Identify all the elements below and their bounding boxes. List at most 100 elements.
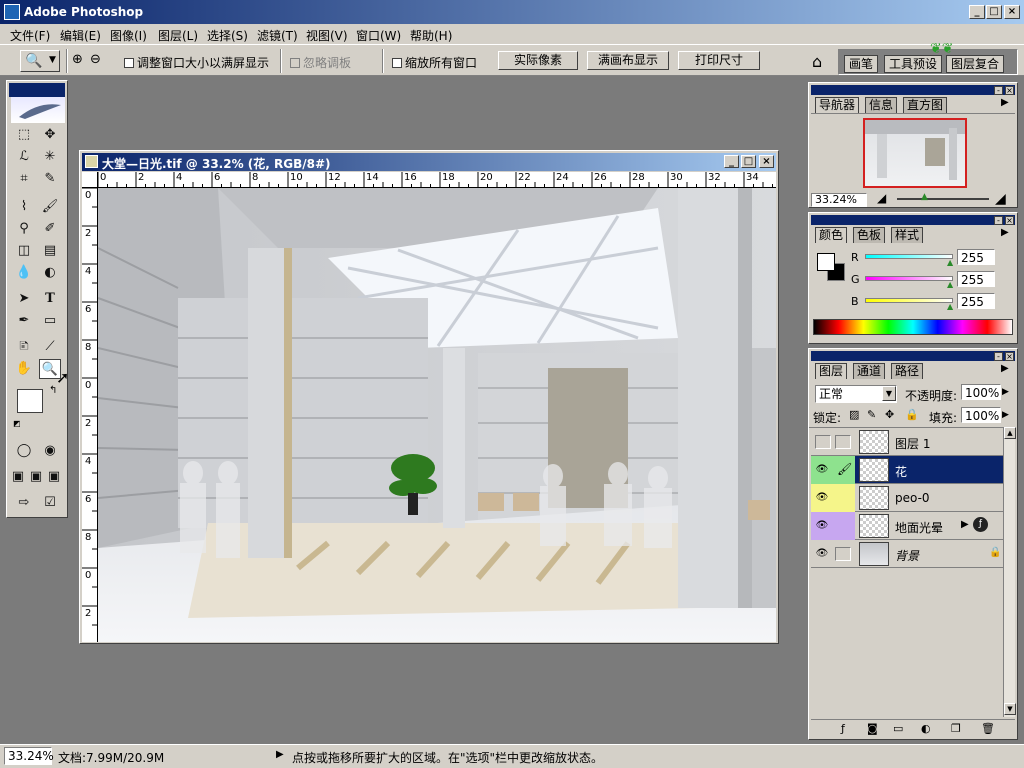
healing-brush-tool-icon[interactable]: ⌇ [13, 197, 35, 217]
channel-b-slider[interactable] [865, 298, 953, 303]
tab-layers[interactable]: 图层 [815, 363, 848, 379]
minimize-button[interactable]: _ [969, 5, 985, 19]
type-tool-icon[interactable]: T [39, 289, 61, 309]
zoom-out-icon[interactable]: ⊖ [90, 52, 101, 67]
link-toggle[interactable] [835, 547, 851, 561]
status-zoom-field[interactable]: 33.24% [4, 747, 54, 765]
zoom-in-large-icon[interactable]: ◢ [995, 191, 1006, 207]
eraser-tool-icon[interactable]: ◫ [13, 241, 35, 261]
zoom-in-icon[interactable]: ⊕ [72, 52, 83, 67]
brush-tool-icon[interactable]: 🖌 [39, 197, 61, 217]
print-size-button[interactable]: 打印尺寸 [678, 51, 760, 70]
menu-select[interactable]: 选择(S) [207, 27, 248, 44]
trash-icon[interactable]: 🗑 [981, 722, 995, 735]
tab-navigator[interactable]: 导航器 [815, 97, 860, 113]
expand-effects-icon[interactable]: ▶ [961, 519, 969, 530]
magic-wand-tool-icon[interactable]: ✳ [39, 147, 61, 167]
blur-tool-icon[interactable]: 💧 [13, 263, 35, 283]
slider-thumb-icon[interactable]: ▲ [947, 302, 953, 311]
tab-histogram[interactable]: 直方图 [903, 97, 948, 113]
fill-arrow-icon[interactable]: ▶ [1002, 410, 1009, 420]
eyedropper-tool-icon[interactable]: ⟋ [39, 337, 61, 357]
navigator-zoom-field[interactable]: 33.24% [811, 193, 867, 207]
panel-close-button[interactable]: × [1005, 216, 1014, 225]
gradient-tool-icon[interactable]: ▤ [39, 241, 61, 261]
ruler-origin[interactable] [82, 172, 98, 188]
scroll-down-button[interactable]: ▼ [1004, 703, 1016, 715]
well-tab-tool-presets[interactable]: 工具预设 [884, 55, 943, 73]
menu-layer[interactable]: 图层(L) [158, 27, 198, 44]
eye-icon[interactable]: 👁 [815, 463, 829, 477]
lasso-tool-icon[interactable]: ℒ [13, 147, 35, 167]
panel-menu-icon[interactable]: ▶ [1001, 363, 1009, 374]
panel-close-button[interactable]: × [1005, 86, 1014, 95]
scroll-up-button[interactable]: ▲ [1004, 427, 1016, 439]
menu-window[interactable]: 窗口(W) [356, 27, 401, 44]
eye-icon[interactable]: 👁 [815, 491, 829, 505]
opacity-input[interactable]: 100% [961, 384, 1001, 400]
zoom-all-windows-checkbox[interactable]: 缩放所有窗口 [392, 54, 477, 71]
lock-paint-icon[interactable]: ✎ [867, 408, 876, 421]
panel-minimize-button[interactable]: - [994, 352, 1003, 361]
clone-stamp-tool-icon[interactable]: ⚲ [13, 219, 35, 239]
path-selection-tool-icon[interactable]: ➤ [13, 289, 35, 309]
layer-mask-icon[interactable]: ◙ [867, 722, 878, 735]
standard-mode-icon[interactable]: ◯ [13, 441, 35, 461]
slider-thumb-icon[interactable]: ▲ [947, 280, 953, 289]
photoshop-feather-logo[interactable] [11, 97, 65, 123]
menu-filter[interactable]: 滤镜(T) [257, 27, 298, 44]
layer-row[interactable]: 👁 地面光晕 ▶ ƒ [811, 512, 1003, 540]
tab-swatches[interactable]: 色板 [853, 227, 886, 243]
menu-file[interactable]: 文件(F) [10, 27, 50, 44]
color-foreground-swatch[interactable] [817, 253, 835, 271]
doc-minimize-button[interactable]: _ [724, 155, 739, 168]
channel-r-input[interactable]: 255 [957, 249, 995, 265]
notes-tool-icon[interactable]: 🗈 [13, 337, 35, 357]
channel-b-input[interactable]: 255 [957, 293, 995, 309]
dodge-tool-icon[interactable]: ◐ [39, 263, 61, 283]
panel-minimize-button[interactable]: - [994, 216, 1003, 225]
full-screen-menu-mode-icon[interactable]: ▣ [27, 467, 45, 487]
link-toggle[interactable] [835, 435, 851, 449]
eye-icon[interactable]: 👁 [815, 519, 829, 533]
menu-view[interactable]: 视图(V) [306, 27, 348, 44]
lock-transparency-icon[interactable]: ▨ [849, 408, 859, 421]
well-tab-layer-comps[interactable]: 图层复合 [946, 55, 1005, 73]
layer-effects-icon[interactable]: ƒ [973, 517, 988, 532]
image-canvas[interactable] [98, 188, 776, 642]
tool-preset-picker[interactable]: 🔍 ▼ [20, 50, 60, 72]
maximize-button[interactable]: □ [986, 5, 1002, 19]
status-menu-arrow-icon[interactable]: ▶ [276, 749, 284, 760]
doc-maximize-button[interactable]: □ [741, 155, 756, 168]
slice-tool-icon[interactable]: ✎ [39, 169, 61, 189]
tab-info[interactable]: 信息 [865, 97, 898, 113]
tab-paths[interactable]: 路径 [891, 363, 924, 379]
standard-screen-mode-icon[interactable]: ▣ [9, 467, 27, 487]
channel-g-slider[interactable] [865, 276, 953, 281]
marquee-tool-icon[interactable]: ⬚ [13, 125, 35, 145]
ruler-horizontal[interactable]: 0 2 4 6 8 10 12 14 16 18 20 22 24 26 28 … [98, 172, 776, 188]
visibility-toggle[interactable] [815, 435, 831, 449]
quick-mask-mode-icon[interactable]: ◉ [39, 441, 61, 461]
slider-thumb-icon[interactable]: ▲ [947, 258, 953, 267]
panel-close-button[interactable]: × [1005, 352, 1014, 361]
tab-channels[interactable]: 通道 [853, 363, 886, 379]
pen-tool-icon[interactable]: ✒ [13, 311, 35, 331]
layer-style-icon[interactable]: ƒ [841, 722, 845, 735]
foreground-color-swatch[interactable] [17, 389, 43, 413]
move-tool-icon[interactable]: ✥ [39, 125, 61, 145]
layer-row-selected[interactable]: 👁 🖌 花 [811, 456, 1003, 484]
layer-row[interactable]: 👁 peo-0 [811, 484, 1003, 512]
history-brush-tool-icon[interactable]: ✐ [39, 219, 61, 239]
tab-color[interactable]: 颜色 [815, 227, 848, 243]
navigator-view-box[interactable] [863, 118, 967, 188]
crop-tool-icon[interactable]: ⌗ [13, 169, 35, 189]
fit-screen-button[interactable]: 满画布显示 [587, 51, 669, 70]
lock-move-icon[interactable]: ✥ [885, 408, 894, 421]
ruler-vertical[interactable]: 0 2 4 6 8 0 2 4 6 8 0 2 [82, 188, 98, 642]
channel-g-input[interactable]: 255 [957, 271, 995, 287]
zoom-out-small-icon[interactable]: ◢ [877, 191, 886, 205]
ignore-palettes-checkbox[interactable]: 忽略调板 [290, 54, 351, 71]
new-layer-icon[interactable]: ❐ [951, 722, 961, 735]
palette-well-icon[interactable]: ⌂ [812, 52, 822, 71]
